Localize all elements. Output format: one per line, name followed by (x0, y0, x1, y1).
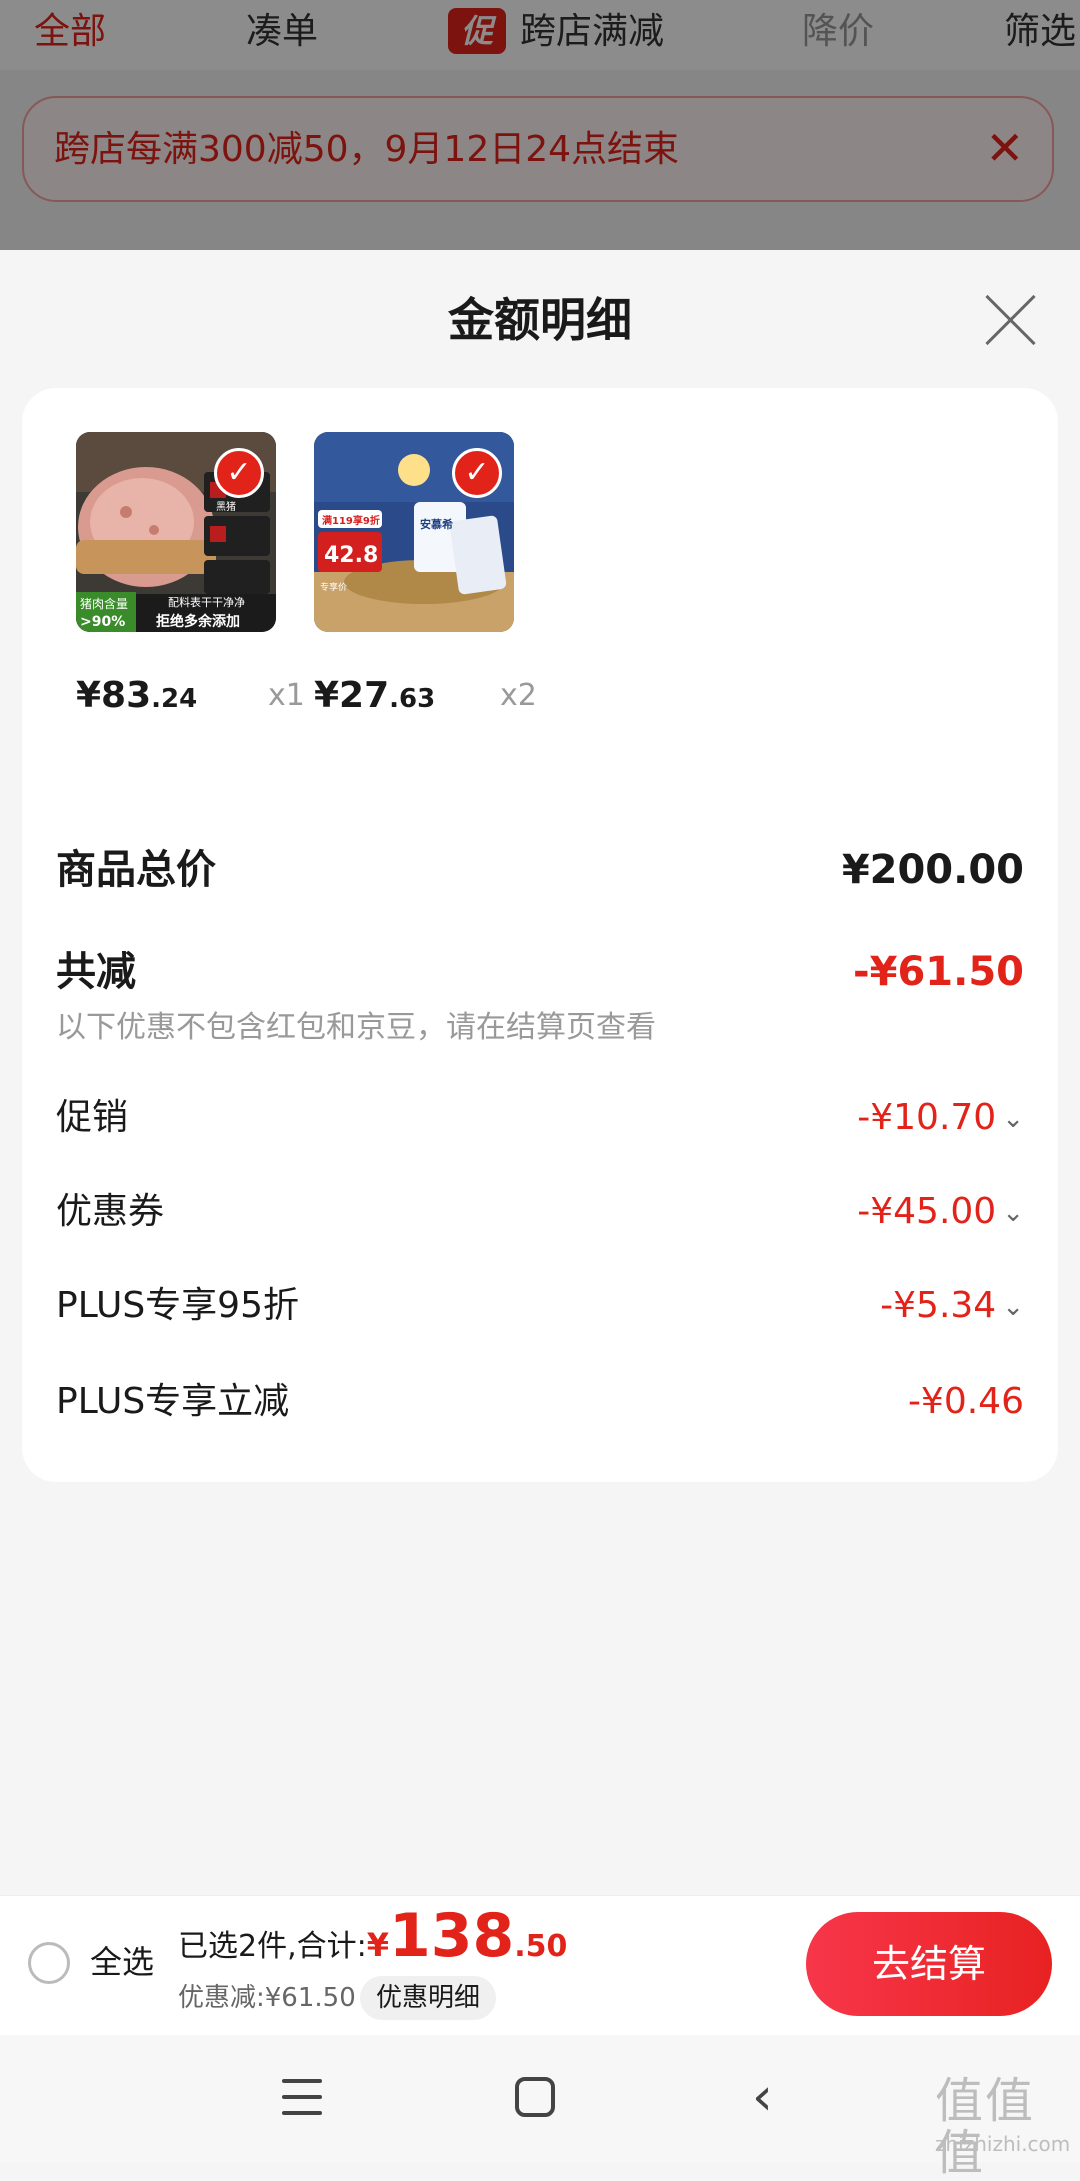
discount-item-promotion[interactable]: -¥10.70 ⌄ (857, 1094, 1024, 1143)
total-reduction-label: 共减 (56, 949, 136, 995)
checkout-button[interactable]: 去结算 (806, 1912, 1052, 2016)
select-all-label[interactable]: 全选 (90, 1940, 154, 1984)
checkout-bar: 全选 已选2件,合计:¥138.50 优惠减:¥61.50 优惠明细 去结算 (0, 1895, 1080, 2036)
selected-total: 已选2件,合计:¥138.50 (178, 1906, 567, 1977)
home-icon[interactable] (515, 2077, 555, 2117)
menu-icon[interactable] (282, 2079, 322, 2115)
discount-summary: 优惠减:¥61.50 (178, 1983, 356, 2013)
price-summary-card: 商品总价 ¥200.00 共减 -¥61.50 以下优惠不包含红包和京豆，请在结… (22, 800, 1058, 1482)
discount-item-label: 优惠券 (56, 1191, 165, 1232)
chevron-down-icon: ⌄ (1002, 1198, 1024, 1228)
discount-item-coupon[interactable]: -¥45.00 ⌄ (857, 1188, 1024, 1237)
product-price-dec: .63 (389, 684, 436, 714)
thumb-text: 黑猪 (216, 501, 236, 513)
watermark-text: zhizhizhi.com (935, 2132, 1071, 2156)
thumb-text: 专享价 (320, 581, 347, 593)
total-reduction-value: -¥61.50 (853, 949, 1024, 995)
discount-item-label: PLUS专享立减 (56, 1381, 290, 1422)
discount-item-value: -¥0.46 (907, 1381, 1024, 1422)
reduction-note: 以下优惠不包含红包和京豆，请在结算页查看 (56, 1010, 656, 1045)
product-quantity: x1 (268, 678, 305, 713)
product-thumbnail: 满119享9折 42.8 专享价 安慕希 ✓ (314, 432, 514, 632)
selected-count-text: 已选2件,合计: (178, 1929, 367, 1964)
thumb-text: 安慕希 (420, 517, 453, 531)
thumb-text: 拒绝多余添加 (156, 613, 240, 630)
chevron-down-icon: ⌄ (1002, 1292, 1024, 1322)
product-quantity: x2 (500, 678, 537, 713)
thumb-text: 配料表干干净净 (168, 595, 245, 609)
chevron-down-icon: ⌄ (1002, 1104, 1024, 1134)
modal-overlay[interactable] (0, 0, 1080, 250)
discount-item-value: -¥10.70 (857, 1097, 997, 1138)
discount-item-value: -¥45.00 (857, 1191, 997, 1232)
discount-item-plus-95[interactable]: -¥5.34 ⌄ (880, 1282, 1024, 1331)
select-all-checkbox[interactable] (28, 1942, 70, 1984)
discount-item-label: PLUS专享95折 (56, 1285, 299, 1326)
amount-details-sheet: 金额明细 猪肉含量 >90% 配料表干干净净 拒绝多余添加 黑猪 ✓ ¥83.2… (0, 250, 1080, 1895)
checkmark-icon[interactable]: ✓ (214, 448, 264, 498)
product-price-int: ¥27 (314, 675, 390, 716)
discount-details-button[interactable]: 优惠明细 (360, 1976, 497, 2020)
product-price: ¥27.63 (314, 672, 435, 723)
total-price-label: 商品总价 (56, 847, 216, 893)
discount-item-label: 促销 (56, 1097, 129, 1138)
product-price: ¥83.24 (76, 672, 197, 723)
system-nav-bar: ‹ 值值值 zhizhizhi.com (0, 2035, 1080, 2179)
watermark-logo: 值值值 (935, 2073, 1036, 2181)
product-price-int: ¥83 (76, 675, 152, 716)
close-icon[interactable] (980, 290, 1040, 350)
back-icon[interactable]: ‹ (752, 2071, 773, 2123)
product-price-dec: .24 (151, 684, 198, 714)
thumb-text: 满119享9折 (322, 514, 380, 527)
sheet-title: 金额明细 (448, 293, 632, 347)
total-amount-dec: .50 (514, 1929, 568, 1964)
checkmark-icon[interactable]: ✓ (452, 448, 502, 498)
total-amount-int: 138 (389, 1901, 515, 1971)
total-currency: ¥ (366, 1926, 389, 1964)
thumb-text: 猪肉含量 (80, 596, 128, 611)
product-thumbnail: 猪肉含量 >90% 配料表干干净净 拒绝多余添加 黑猪 ✓ (76, 432, 276, 632)
thumb-text: 42.8 (324, 543, 378, 568)
discount-item-value: -¥5.34 (880, 1285, 997, 1326)
total-price-value: ¥200.00 (841, 847, 1024, 893)
thumb-text: >90% (80, 614, 125, 630)
